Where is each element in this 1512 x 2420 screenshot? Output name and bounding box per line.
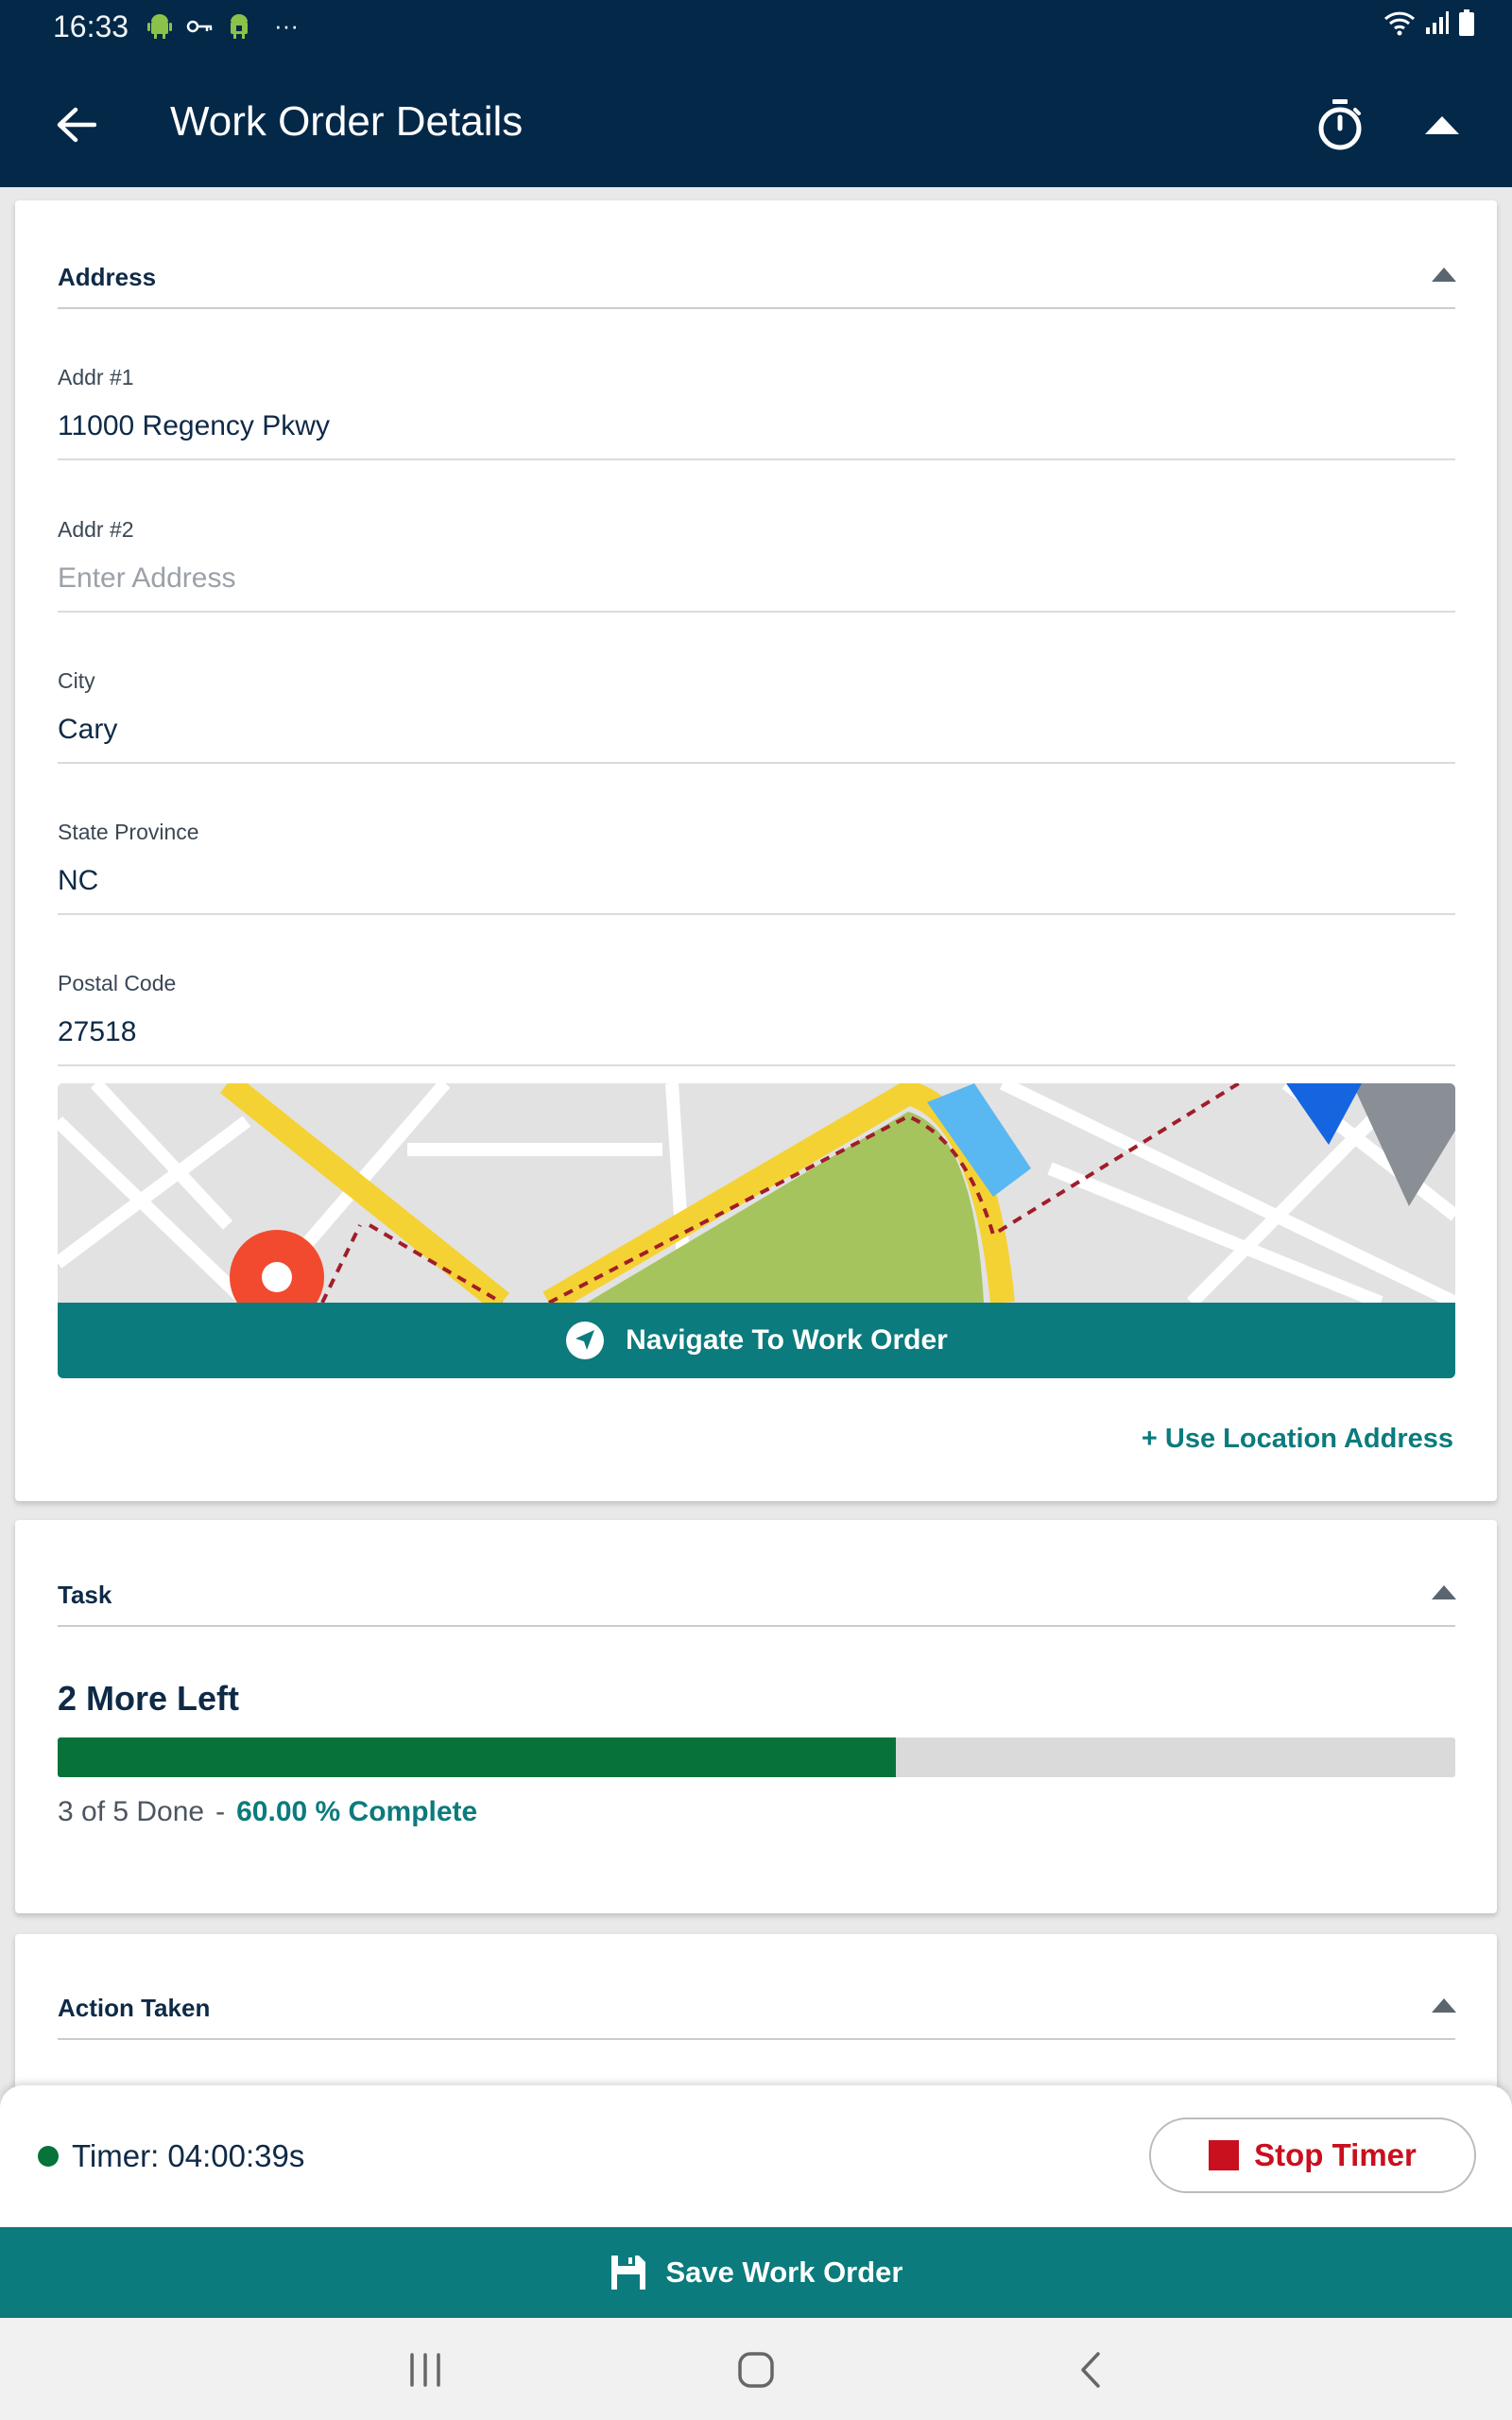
postal-code-label: Postal Code: [58, 971, 177, 995]
triangle-up-icon: [1432, 1998, 1456, 2013]
page-title: Work Order Details: [170, 98, 524, 145]
timer-readout: Timer: 04:00:39s: [72, 2138, 305, 2173]
timer-running-indicator: [38, 2146, 59, 2167]
status-bar: 16:33 ···: [0, 0, 1512, 55]
home-button[interactable]: [718, 2337, 794, 2403]
city-underline: [58, 762, 1455, 764]
addr2-underline: [58, 611, 1455, 613]
navigate-to-work-order-button[interactable]: Navigate To Work Order: [58, 1303, 1455, 1378]
task-collapse-toggle[interactable]: [1425, 1573, 1463, 1611]
address-header-divider: [58, 307, 1455, 309]
stopwatch-icon: [1318, 99, 1362, 150]
overflow-dots: ···: [274, 11, 299, 40]
triangle-up-icon: [1432, 1585, 1456, 1599]
address-section-title: Address: [58, 263, 157, 291]
addr1-value[interactable]: 11000 Regency Pkwy: [58, 410, 330, 442]
action-header-divider: [58, 2038, 1455, 2040]
city-label: City: [58, 668, 95, 693]
tasks-done-count: 3 of 5 Done: [58, 1796, 205, 1827]
home-icon: [738, 2352, 774, 2388]
system-navigation-bar: [0, 2318, 1512, 2420]
floppy-disk-icon: [610, 2256, 645, 2290]
arrow-left-icon: [57, 107, 96, 143]
map-illustration: [58, 1083, 1455, 1303]
summary-separator: -: [215, 1796, 226, 1827]
android-icon: [147, 13, 172, 39]
timer-panel: Timer: 04:00:39s Stop Timer: [0, 2085, 1512, 2227]
addr2-label: Addr #2: [58, 517, 134, 542]
notification-icons: ···: [147, 11, 299, 41]
state-value[interactable]: NC: [58, 865, 98, 897]
addr1-underline: [58, 458, 1455, 460]
task-progress-summary: 3 of 5 Done - 60.00 % Complete: [58, 1796, 477, 1828]
collapse-all-button[interactable]: [1408, 91, 1476, 159]
address-collapse-toggle[interactable]: [1425, 255, 1463, 293]
addr2-input[interactable]: Enter Address: [58, 562, 235, 595]
task-section-title: Task: [58, 1581, 112, 1609]
location-map[interactable]: [58, 1083, 1455, 1303]
app-bar: Work Order Details: [0, 55, 1512, 187]
action-section-title: Action Taken: [58, 1994, 211, 2022]
postal-code-value[interactable]: 27518: [58, 1016, 136, 1048]
city-value[interactable]: Cary: [58, 714, 117, 746]
system-back-button[interactable]: [1053, 2337, 1128, 2403]
wifi-icon: [1383, 11, 1416, 36]
battery-icon: [1459, 9, 1474, 36]
state-underline: [58, 913, 1455, 915]
stop-square-icon: [1209, 2140, 1240, 2170]
status-time: 16:33: [53, 9, 129, 43]
triangle-up-icon: [1432, 268, 1456, 282]
signal-icon: [1426, 11, 1449, 34]
navigate-label: Navigate To Work Order: [626, 1324, 948, 1356]
save-work-order-button[interactable]: Save Work Order: [0, 2227, 1512, 2318]
recent-apps-icon: [410, 2353, 440, 2387]
postal-code-underline: [58, 1064, 1455, 1066]
stop-timer-label: Stop Timer: [1254, 2137, 1417, 2172]
tasks-remaining: 2 More Left: [58, 1679, 240, 1718]
action-collapse-toggle[interactable]: [1425, 1986, 1463, 2024]
recent-apps-button[interactable]: [387, 2337, 463, 2403]
tasks-percent-complete: 60.00 % Complete: [236, 1796, 478, 1827]
task-progress-bar: [58, 1737, 1455, 1777]
chevron-left-icon: [1081, 2352, 1100, 2388]
save-work-order-label: Save Work Order: [665, 2256, 903, 2289]
addr1-label: Addr #1: [58, 365, 134, 389]
back-button[interactable]: [42, 91, 110, 159]
use-location-address-link[interactable]: + Use Location Address: [1142, 1424, 1453, 1455]
task-progress-fill: [58, 1737, 897, 1777]
timer-button[interactable]: [1306, 91, 1374, 159]
navigation-arrow-icon: [566, 1322, 605, 1359]
key-icon: [186, 20, 213, 32]
stop-timer-button[interactable]: Stop Timer: [1149, 2118, 1476, 2193]
task-header-divider: [58, 1625, 1455, 1627]
state-label: State Province: [58, 820, 199, 844]
android-lock-icon: [231, 13, 248, 39]
chevron-up-icon: [1425, 116, 1459, 134]
system-status-icons: [1383, 9, 1474, 36]
